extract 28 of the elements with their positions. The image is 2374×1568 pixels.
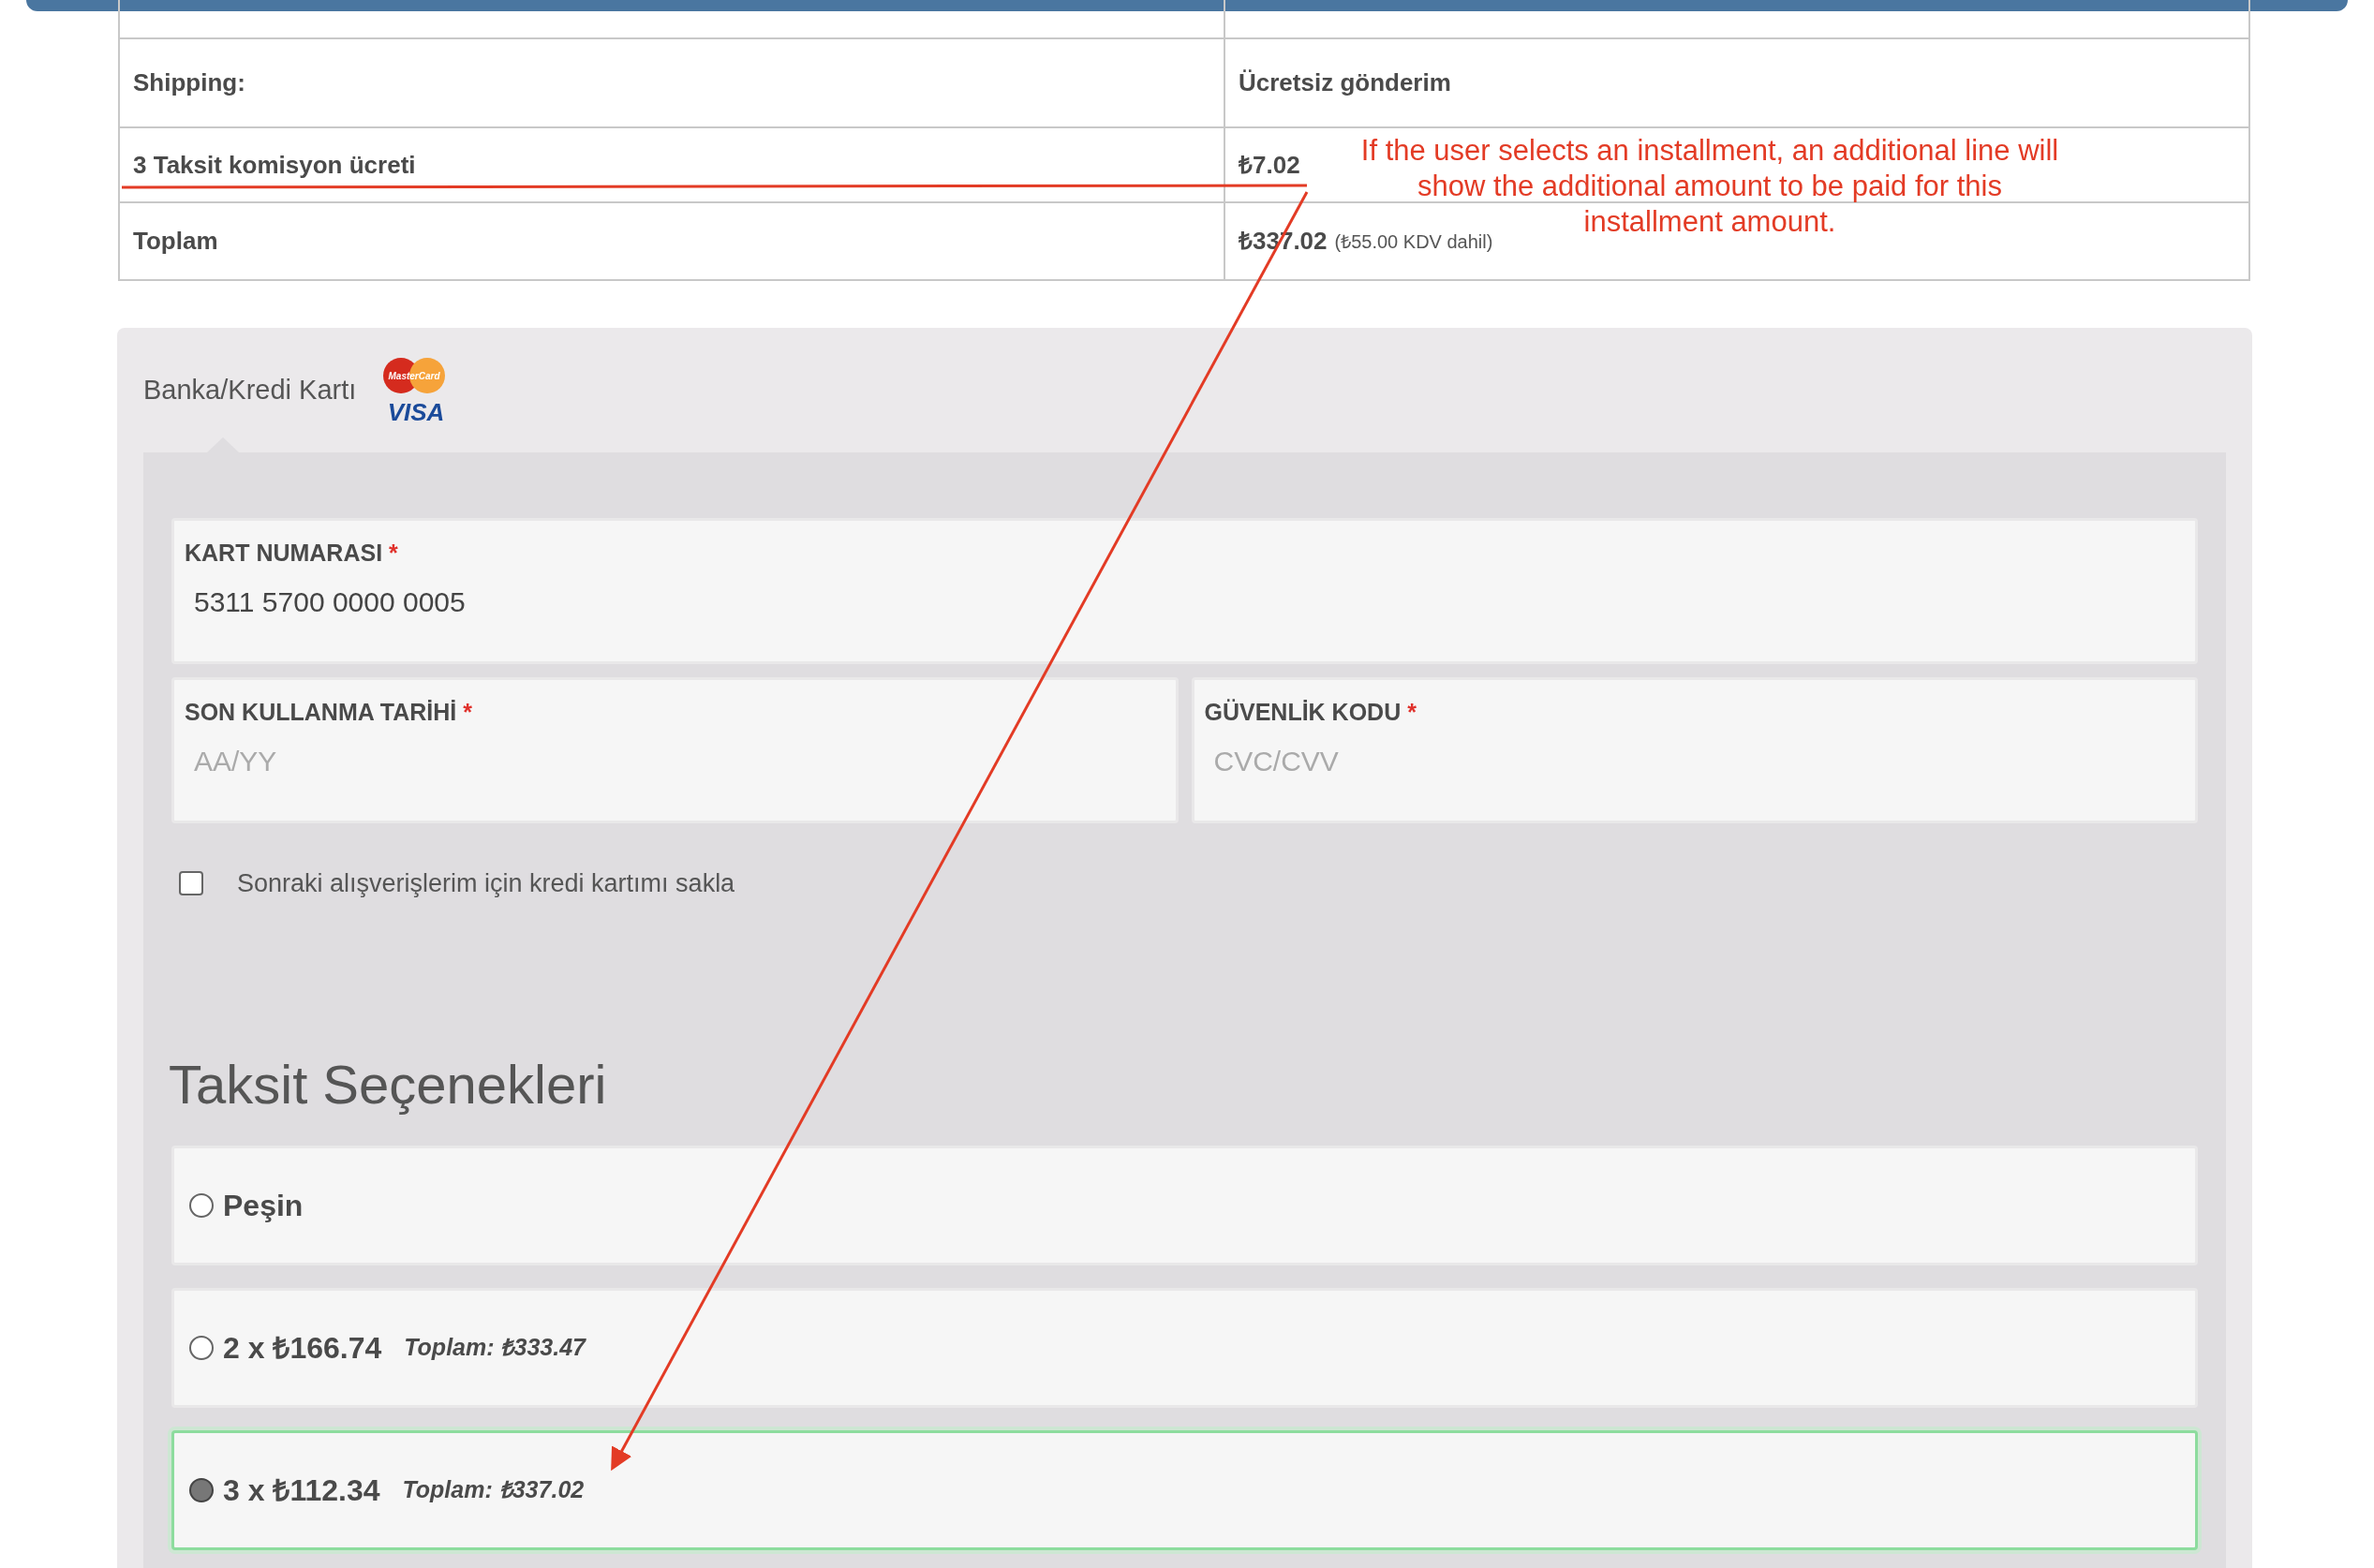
installment-label: 3 x ₺112.34 (223, 1472, 380, 1509)
summary-value: ₺7.02 (1239, 149, 1300, 181)
card-field[interactable]: KART NUMARASI * 5311 5700 0000 0005 (171, 518, 2198, 664)
installment-option[interactable]: Peşin (171, 1145, 2198, 1265)
save-card-checkbox[interactable] (179, 871, 203, 896)
card-field[interactable]: SON KULLANMA TARİHİ * AA/YY (171, 677, 1179, 823)
summary-label: Shipping: (133, 67, 245, 98)
field-label: SON KULLANMA TARİHİ * (185, 698, 473, 727)
installment-label: Peşin (223, 1187, 304, 1224)
save-card-label: Sonraki alışverişlerim için kredi kartımı sakla (237, 868, 735, 899)
radio-button[interactable] (189, 1192, 214, 1218)
installment-label: 2 x ₺166.74 (223, 1329, 382, 1367)
installments-heading: Taksit Seçenekleri (169, 1052, 607, 1117)
radio-button[interactable] (189, 1335, 214, 1360)
field-label: KART NUMARASI * (185, 539, 399, 568)
summary-value: Ücretsiz gönderim (1239, 67, 1451, 98)
summary-label: 3 Taksit komisyon ücreti (133, 149, 416, 181)
installment-option[interactable]: 2 x ₺166.74 Toplam: ₺333.47 (171, 1287, 2198, 1408)
summary-label: Toplam (133, 226, 218, 257)
radio-button[interactable] (189, 1477, 214, 1502)
input-field[interactable]: 5311 5700 0000 0005 (185, 570, 2185, 632)
payment-tab[interactable]: Banka/Kredi Kartı (143, 369, 357, 411)
installment-total: Toplam: ₺337.02 (402, 1474, 585, 1504)
field-label: GÜVENLİK KODU * (1204, 698, 1417, 727)
input-field[interactable]: CVC/CVV (1204, 730, 2185, 791)
card-field[interactable]: GÜVENLİK KODU * CVC/CVV (1191, 677, 2198, 823)
installment-total: Toplam: ₺333.47 (404, 1332, 586, 1362)
input-field[interactable]: AA/YY (185, 730, 1165, 791)
